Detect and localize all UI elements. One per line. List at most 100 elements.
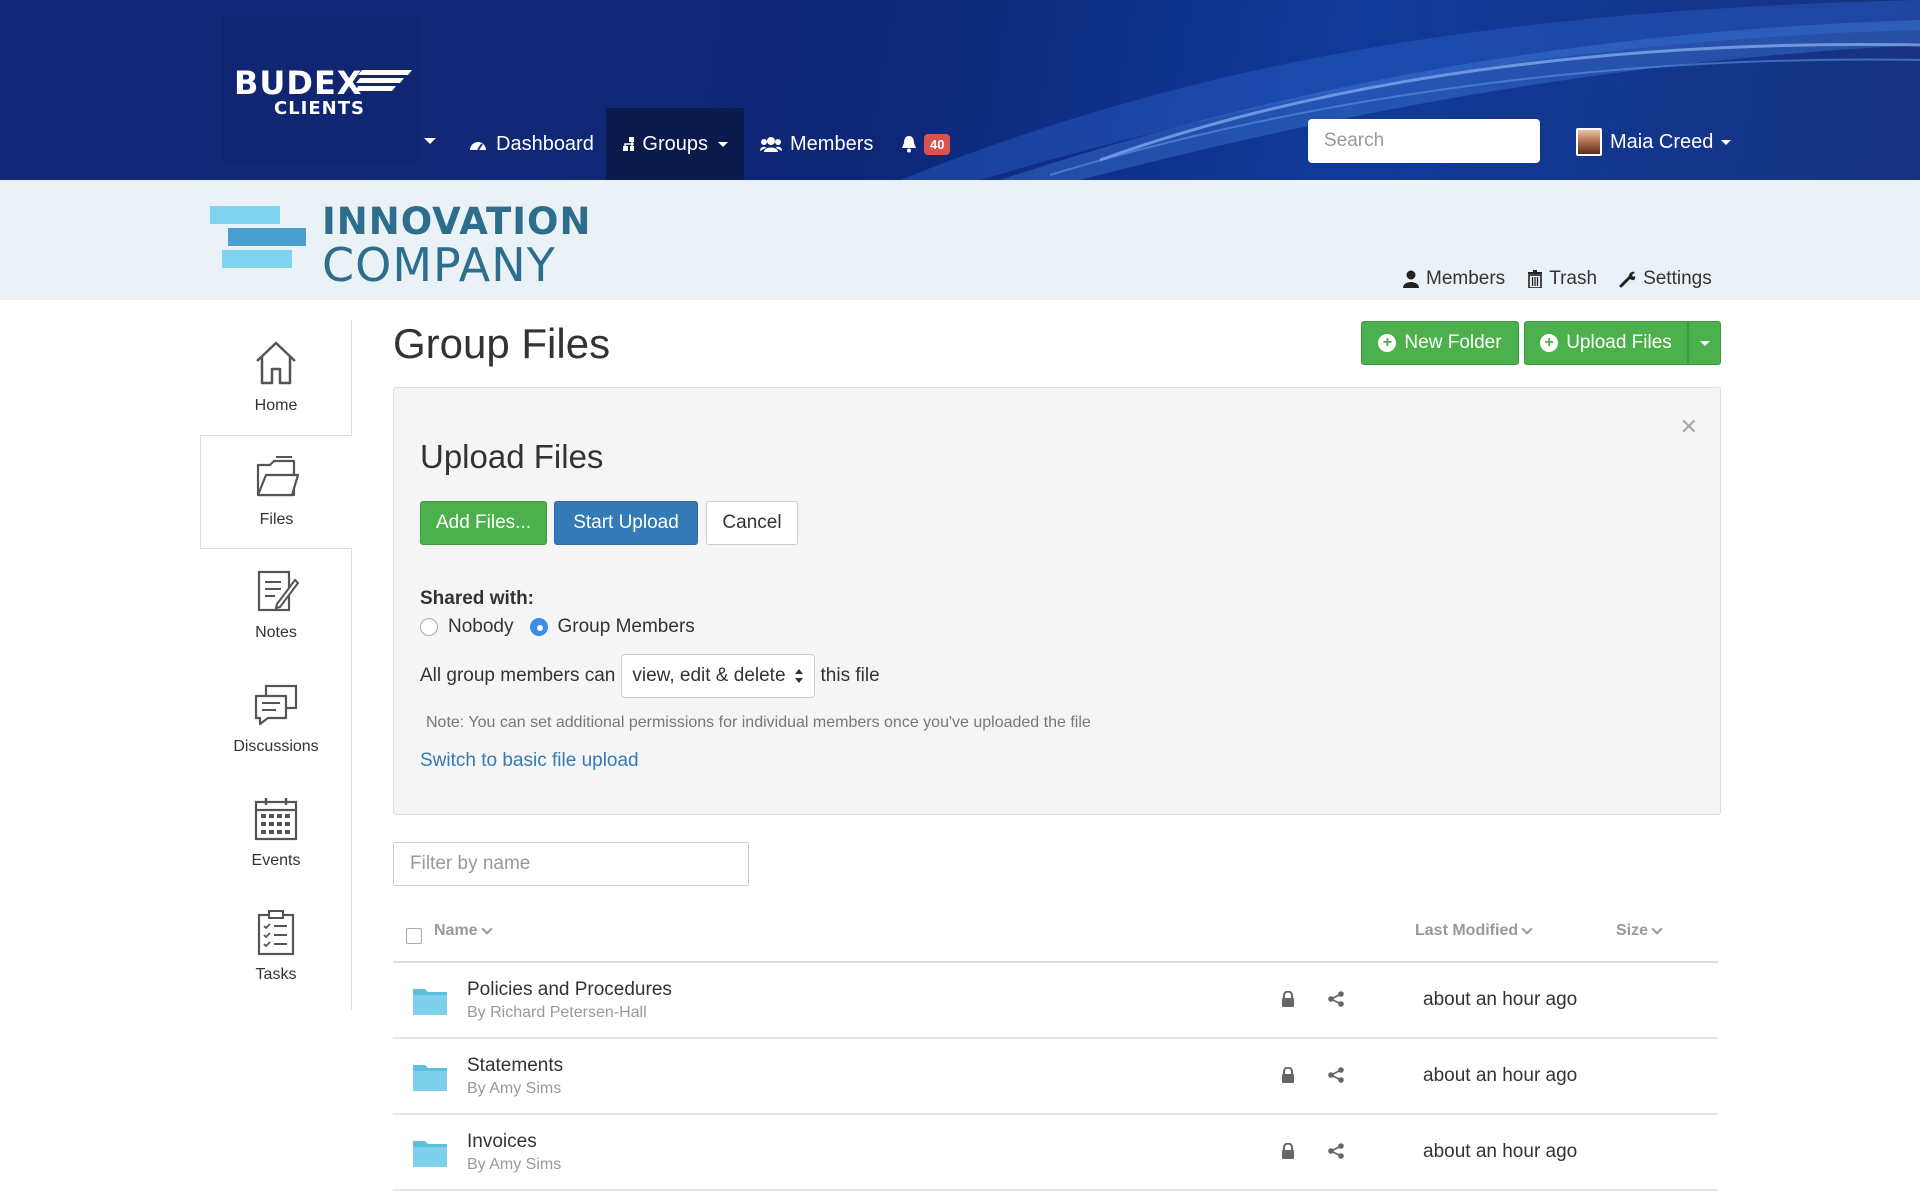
sidebar-item-files[interactable]: Files	[200, 435, 353, 549]
upload-options-dropdown[interactable]	[1688, 321, 1721, 365]
sidebar-item-notes[interactable]: Notes	[200, 548, 352, 662]
nav-dashboard[interactable]: Dashboard	[452, 108, 610, 180]
sidebar-item-events[interactable]: Events	[200, 776, 352, 890]
nav-notifications[interactable]: 40	[884, 108, 966, 180]
nav-members[interactable]: Members	[744, 108, 889, 180]
file-owner: By Amy Sims	[467, 1156, 562, 1173]
group-trash-label: Trash	[1549, 268, 1598, 289]
table-row[interactable]: Invoices By Amy Sims about an hour ago	[393, 1115, 1718, 1191]
search-input[interactable]: Search	[1308, 119, 1540, 163]
permission-select[interactable]: view, edit & delete	[621, 654, 815, 698]
radio-group-members-input[interactable]	[529, 618, 548, 636]
group-title-line2: COMPANY	[322, 238, 556, 292]
filter-input[interactable]: Filter by name	[393, 842, 749, 886]
sidebar-item-tasks[interactable]: Tasks	[200, 890, 352, 1004]
top-navbar: BUDEX CLIENTS Dashboard Groups Members 4…	[0, 0, 1920, 180]
logo-speed-lines	[356, 70, 412, 91]
notification-count-badge: 40	[924, 133, 951, 155]
permission-prefix: All group members can	[420, 665, 616, 686]
page-title: Group Files	[393, 320, 611, 367]
app-switcher-caret[interactable]	[424, 138, 436, 144]
nav-dashboard-label: Dashboard	[496, 132, 594, 155]
group-settings-label: Settings	[1643, 268, 1712, 289]
table-row[interactable]: Statements By Amy Sims about an hour ago	[393, 1039, 1718, 1115]
share-icon[interactable]	[1327, 991, 1345, 1007]
table-row[interactable]: Policies and Procedures By Richard Peter…	[393, 963, 1718, 1039]
nav-groups[interactable]: Groups	[606, 108, 744, 180]
file-name[interactable]: Policies and Procedures	[467, 979, 672, 1001]
sidebar-item-label: Notes	[255, 624, 297, 641]
folder-icon	[413, 989, 447, 1015]
chevron-down-icon	[1521, 923, 1533, 935]
column-header-last-modified[interactable]: Last Modified	[1415, 922, 1533, 940]
nav-members-label: Members	[790, 132, 874, 155]
file-name[interactable]: Invoices	[467, 1131, 537, 1153]
user-menu[interactable]: Maia Creed	[1576, 128, 1732, 156]
home-icon	[256, 341, 296, 385]
new-folder-button[interactable]: + New Folder	[1361, 321, 1519, 365]
group-members-link[interactable]: Members	[1402, 268, 1505, 290]
chevron-down-icon	[1651, 923, 1663, 935]
group-logo-icon	[210, 206, 306, 268]
plus-circle-icon: +	[1378, 334, 1397, 352]
sidebar-item-discussions[interactable]: Discussions	[200, 662, 352, 776]
cancel-button[interactable]: Cancel	[706, 501, 798, 545]
lock-icon[interactable]	[1281, 1143, 1295, 1159]
select-all-checkbox[interactable]	[406, 928, 422, 944]
close-icon[interactable]: ✕	[1680, 414, 1698, 440]
shared-with-radios: Nobody Group Members	[420, 616, 695, 638]
column-header-size-label: Size	[1616, 922, 1649, 939]
add-files-button[interactable]: Add Files...	[420, 501, 547, 545]
files-icon	[256, 456, 299, 497]
new-folder-label: New Folder	[1404, 332, 1502, 353]
radio-group-members-label: Group Members	[557, 616, 695, 637]
sidebar-item-label: Home	[254, 397, 298, 414]
sidebar-item-label: Events	[251, 852, 301, 869]
column-header-name[interactable]: Name	[434, 922, 493, 940]
file-owner: By Richard Petersen-Hall	[467, 1004, 647, 1021]
wrench-icon	[1619, 271, 1636, 288]
file-name[interactable]: Statements	[467, 1055, 563, 1077]
group-trash-link[interactable]: Trash	[1527, 268, 1597, 290]
select-arrows-icon	[794, 669, 803, 683]
column-header-last-modified-label: Last Modified	[1415, 922, 1519, 939]
radio-nobody-input[interactable]	[420, 618, 438, 636]
sidebar-item-home[interactable]: Home	[200, 320, 352, 434]
share-icon[interactable]	[1327, 1143, 1345, 1159]
logo-main-text: BUDEX	[234, 64, 363, 102]
sidebar-item-label: Tasks	[255, 966, 297, 983]
lock-icon[interactable]	[1281, 991, 1295, 1007]
upload-files-button[interactable]: + Upload Files	[1524, 321, 1688, 365]
notes-icon	[257, 570, 299, 612]
start-upload-button[interactable]: Start Upload	[554, 501, 698, 545]
dashboard-icon	[470, 142, 486, 151]
radio-group-members[interactable]: Group Members	[529, 616, 695, 638]
lock-icon[interactable]	[1281, 1067, 1295, 1083]
group-settings-link[interactable]: Settings	[1619, 268, 1712, 290]
members-icon	[760, 137, 782, 152]
avatar	[1576, 128, 1602, 156]
sidebar: Home Files Notes Discussions Events Task…	[200, 320, 353, 1010]
calendar-icon	[254, 798, 298, 841]
group-members-label: Members	[1426, 268, 1506, 289]
app-logo[interactable]: BUDEX CLIENTS	[222, 16, 420, 164]
sidebar-item-label: Discussions	[233, 738, 319, 755]
groups-icon	[623, 137, 635, 151]
file-modified: about an hour ago	[1423, 989, 1578, 1010]
logo-sub-text: CLIENTS	[274, 98, 365, 119]
chevron-down-icon	[1699, 340, 1710, 346]
chevron-down-icon	[718, 141, 728, 147]
switch-basic-upload-link[interactable]: Switch to basic file upload	[420, 750, 639, 772]
permission-row: All group members can view, edit & delet…	[420, 654, 880, 698]
upload-files-label: Upload Files	[1566, 332, 1672, 353]
column-header-name-label: Name	[434, 922, 478, 939]
chevron-down-icon	[480, 923, 493, 935]
radio-nobody-label: Nobody	[448, 616, 514, 637]
radio-nobody[interactable]: Nobody	[420, 616, 514, 638]
permission-suffix: this file	[820, 665, 880, 686]
column-header-size[interactable]: Size	[1616, 922, 1663, 940]
group-header: INNOVATION COMPANY Members Trash Setting…	[0, 180, 1920, 300]
file-modified: about an hour ago	[1423, 1141, 1578, 1162]
group-title-line1: INNOVATION	[322, 200, 592, 243]
share-icon[interactable]	[1327, 1067, 1345, 1083]
